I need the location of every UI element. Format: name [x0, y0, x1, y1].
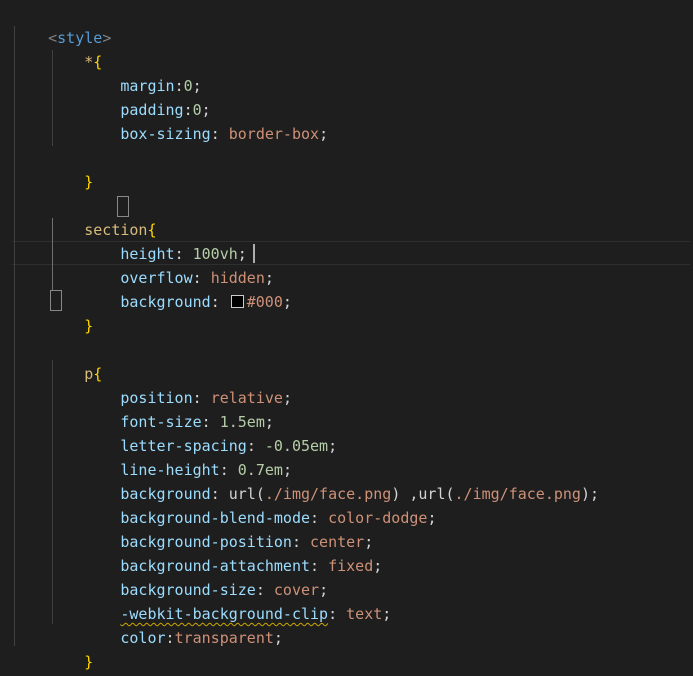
code-line[interactable]: background-size: cover;	[12, 554, 328, 599]
code-line[interactable]: }	[12, 626, 93, 671]
code-line[interactable]: background-blend-mode: color-dodge;	[12, 482, 436, 527]
code-line[interactable]: letter-spacing: -0.05em;	[12, 410, 337, 455]
code-line[interactable]: position: relative;	[12, 362, 292, 407]
code-line[interactable]: background-attachment: fixed;	[12, 530, 382, 575]
code-line-current[interactable]: overflow: hidden;	[12, 242, 274, 287]
code-line[interactable]: *{	[12, 26, 102, 71]
code-line[interactable]: }	[12, 290, 93, 335]
code-line[interactable]: height: 100vh;	[12, 218, 246, 263]
code-line[interactable]: }	[12, 146, 93, 191]
code-line[interactable]: background: url(./img/face.png) ,url(./i…	[12, 458, 599, 503]
code-line[interactable]: margin:0;	[12, 50, 201, 95]
code-line[interactable]: background: #000;	[12, 266, 292, 311]
code-line[interactable]: p{	[12, 338, 102, 383]
code-line[interactable]: line-height: 0.7em;	[12, 434, 292, 479]
code-line[interactable]: box-sizing: border-box;	[12, 98, 328, 143]
code-line[interactable]: padding:0;	[12, 74, 210, 119]
code-line[interactable]: section{	[12, 194, 156, 239]
code-line[interactable]: </style>	[12, 648, 120, 676]
code-line[interactable]: font-size: 1.5em;	[12, 386, 274, 431]
code-editor[interactable]: <style> *{ margin:0; padding:0; box-sizi…	[0, 0, 693, 676]
text-caret	[253, 244, 255, 263]
code-line-warning[interactable]: -webkit-background-clip: text;	[12, 578, 391, 623]
code-line[interactable]: <style>	[12, 2, 111, 47]
color-swatch-icon[interactable]	[230, 295, 244, 308]
code-line[interactable]: color:transparent;	[12, 602, 283, 647]
code-line[interactable]: background-position: center;	[12, 506, 373, 551]
